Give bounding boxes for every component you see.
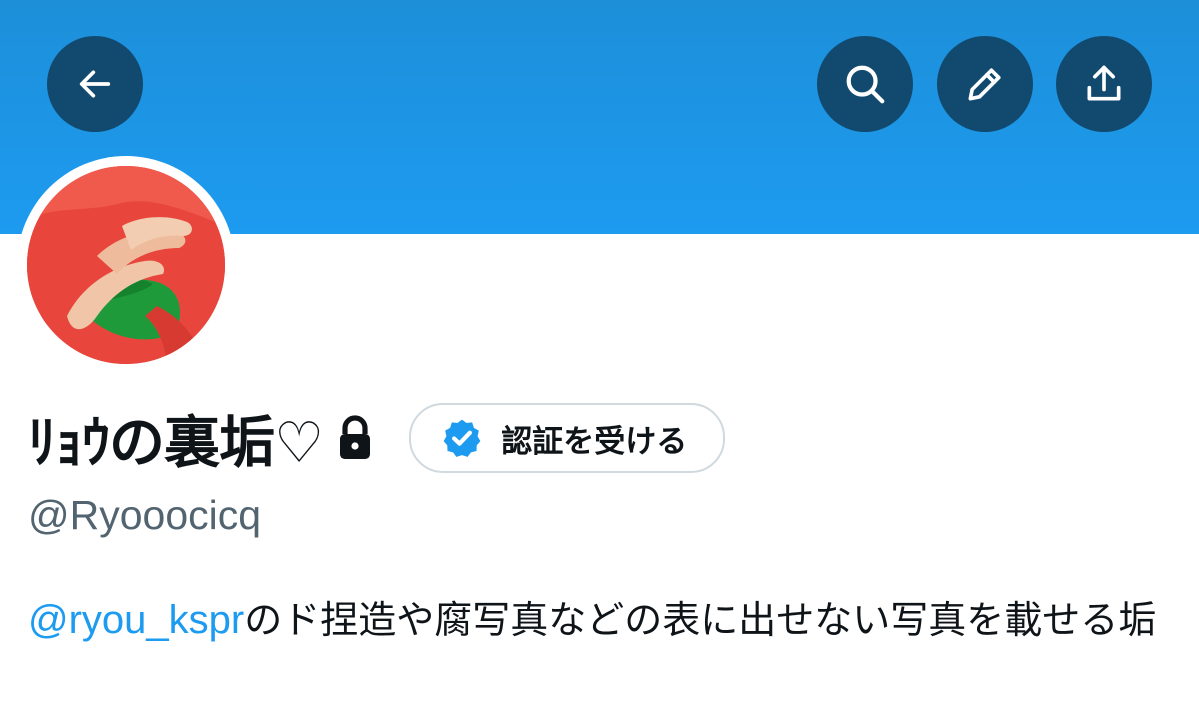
bio-text: のド捏造や腐写真などの表に出せない写真を載せる垢 [244,598,1157,642]
share-button[interactable] [1056,36,1152,132]
avatar-frame [17,156,235,374]
profile-bio: @ryou_ksprのド捏造や腐写真などの表に出せない写真を載せる垢 [28,588,1178,652]
bio-mention-link[interactable]: @ryou_kspr [28,598,244,642]
get-verified-label: 認証を受ける [501,423,688,460]
avatar-image [27,166,225,364]
profile-name-row: ﾘｮｳの裏垢♡ 認証を受ける [28,398,726,478]
lock-icon [335,412,379,464]
pencil-icon [963,62,1007,106]
share-icon [1082,62,1126,106]
edit-button[interactable] [937,36,1033,132]
verified-badge-icon [441,417,483,459]
search-button[interactable] [817,36,913,132]
get-verified-button[interactable]: 認証を受ける [409,403,726,473]
back-button[interactable] [47,36,143,132]
profile-page: ﾘｮｳの裏垢♡ 認証を受ける @Ryooocicq @ryou_ksprのド捏造… [0,0,1199,717]
profile-handle: @Ryooocicq [28,492,262,538]
display-name: ﾘｮｳの裏垢♡ [28,410,324,476]
avatar[interactable] [27,166,225,364]
search-icon [842,61,888,107]
arrow-left-icon [75,64,115,104]
